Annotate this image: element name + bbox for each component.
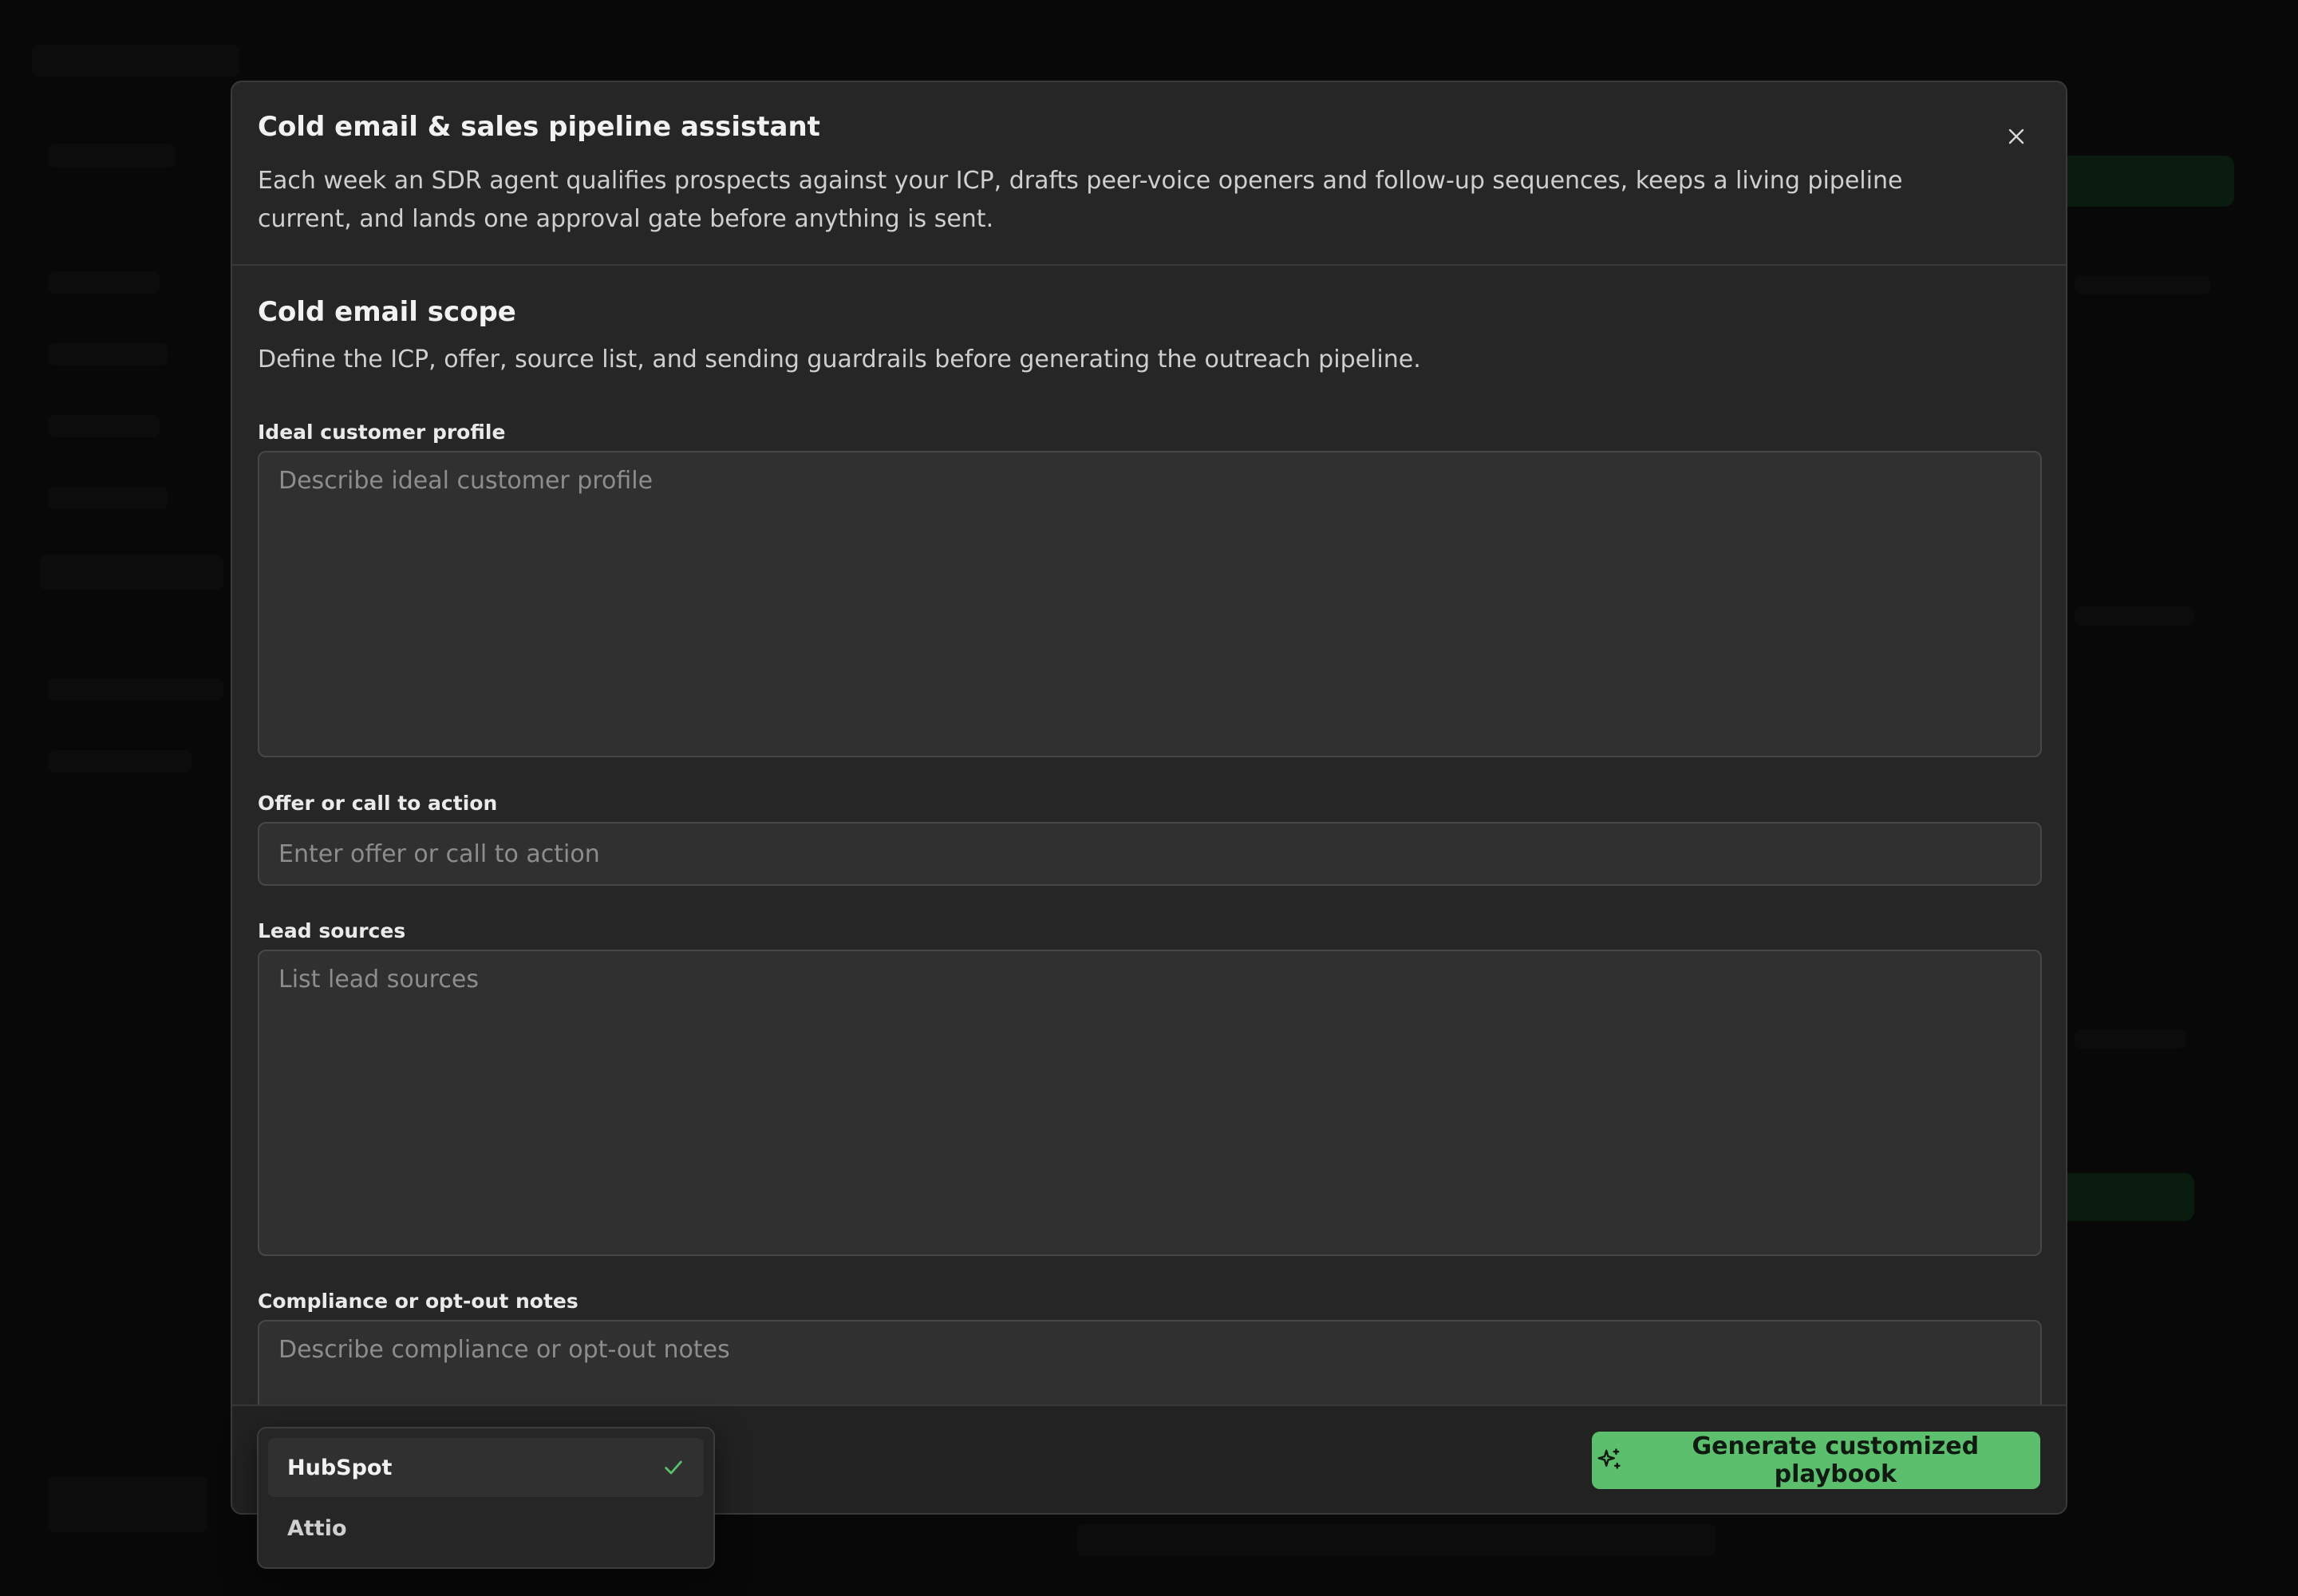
lead-sources-textarea[interactable]	[258, 950, 2042, 1256]
sparkles-icon	[1597, 1448, 1621, 1469]
dropdown-option-attio[interactable]: Attio	[268, 1499, 704, 1558]
generate-playbook-button[interactable]: Generate customized playbook	[1592, 1432, 2040, 1489]
check-icon	[665, 1460, 682, 1475]
playbook-modal: Cold email & sales pipeline assistant Ea…	[231, 81, 2067, 1515]
option-label: Attio	[287, 1515, 347, 1541]
offer-label: Offer or call to action	[258, 792, 498, 815]
dropdown-option-hubspot[interactable]: HubSpot	[268, 1438, 704, 1497]
generate-playbook-label: Generate customized playbook	[1692, 1432, 1980, 1488]
icp-textarea[interactable]	[258, 451, 2042, 757]
compliance-label: Compliance or opt-out notes	[258, 1290, 578, 1313]
modal-description: Each week an SDR agent qualifies prospec…	[258, 167, 1903, 233]
crm-dropdown-menu: HubSpot Attio	[257, 1427, 715, 1569]
section-title: Cold email scope	[258, 296, 516, 328]
close-button[interactable]	[1999, 119, 2034, 154]
icp-label: Ideal customer profile	[258, 421, 506, 444]
section-description: Define the ICP, offer, source list, and …	[258, 346, 1421, 373]
modal-title: Cold email & sales pipeline assistant	[258, 111, 820, 143]
modal-header: Cold email & sales pipeline assistant Ea…	[232, 82, 2066, 266]
offer-input[interactable]	[258, 822, 2042, 886]
lead-sources-label: Lead sources	[258, 919, 406, 942]
close-icon	[2008, 128, 2024, 144]
option-label: HubSpot	[287, 1455, 393, 1480]
